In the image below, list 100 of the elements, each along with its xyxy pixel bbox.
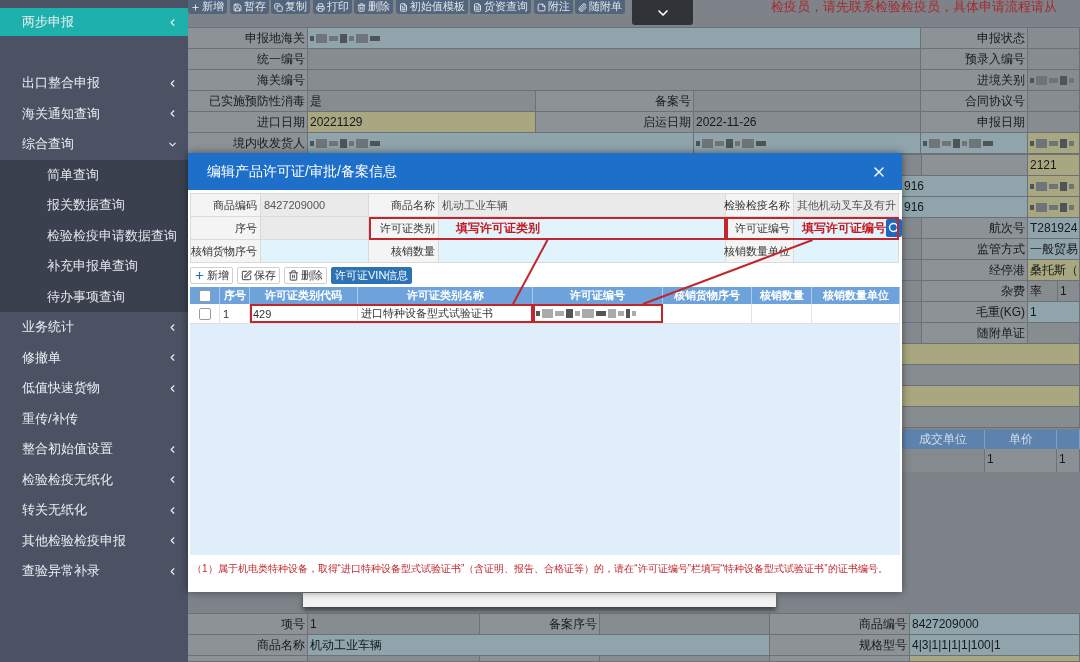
field-label: 进境关别 [921, 70, 1028, 91]
input-field[interactable] [902, 365, 1080, 386]
form-cell [902, 302, 922, 323]
input-field[interactable] [1028, 323, 1080, 344]
table-cell: 1 [1057, 449, 1080, 472]
input-field[interactable]: 率 [1028, 281, 1058, 302]
input-field[interactable]: 916 [902, 197, 1028, 218]
input-field[interactable]: 8427209000 [910, 614, 1080, 635]
input-field[interactable]: 桑托斯（ [1028, 260, 1080, 281]
input-field[interactable]: 2022-11-26 [694, 112, 921, 133]
toolbar-button[interactable]: 删除 [284, 266, 327, 284]
toolbar-button[interactable]: 货资查询 [470, 0, 531, 14]
field-label: 航次号 [922, 218, 1028, 239]
note-text: （1）属于机电类特种设备，取得“进口特种设备型式试验证书”（含证明、报告、合格证等）的，请在“许可证编号”栏填写“特种设备型式试验证书”的证书编号。 [191, 562, 889, 576]
trash-icon [288, 269, 299, 281]
toolbar-button[interactable]: 保存 [237, 266, 280, 284]
input-field[interactable] [308, 656, 480, 662]
sidebar-item[interactable]: 检验检疫无纸化 [0, 464, 188, 495]
toolbar-button[interactable]: 附注 [533, 0, 573, 14]
input-field[interactable] [600, 656, 770, 662]
input-field[interactable]: 填写许可证类别 [439, 217, 726, 240]
collapse-toggle[interactable] [632, 0, 693, 25]
field-label: 杂费 [922, 281, 1028, 302]
checkbox[interactable] [198, 307, 211, 320]
submenu-item[interactable]: 简单查询 [0, 159, 188, 190]
input-field[interactable]: 8427209000 [261, 194, 369, 217]
input-field[interactable]: 1 [308, 614, 480, 635]
input-field[interactable] [1028, 28, 1080, 49]
input-field[interactable] [1028, 49, 1080, 70]
sidebar-item[interactable]: 修撤单 [0, 342, 188, 373]
input-field[interactable] [308, 133, 694, 154]
table-cell: 429 [250, 304, 358, 323]
field-label: 进口日期 [188, 112, 308, 133]
input-field[interactable] [600, 614, 770, 635]
search-button[interactable] [885, 219, 902, 237]
input-field[interactable] [1028, 91, 1080, 112]
toolbar-button[interactable]: 新增 [188, 0, 227, 14]
input-field[interactable]: T281924 [1028, 218, 1080, 239]
sidebar-item[interactable]: 出口整合申报 [0, 68, 188, 99]
input-field[interactable] [1028, 70, 1080, 91]
input-field[interactable]: 2121 [1028, 155, 1080, 176]
field-label: 备案号 [536, 91, 694, 112]
toolbar-button[interactable]: 复制 [271, 0, 310, 14]
form-cell [902, 260, 922, 281]
tab[interactable]: 许可证VIN信息 [331, 266, 413, 284]
annotation-text: 填写许可证编号 [801, 219, 886, 237]
input-field[interactable] [1028, 112, 1080, 133]
input-field[interactable]: 1 [1028, 302, 1080, 323]
printer-icon [315, 2, 325, 12]
table-cell: 进口特种设备型式试验证书 [358, 304, 533, 323]
input-field[interactable] [1028, 197, 1080, 218]
input-field[interactable] [308, 49, 921, 70]
input-field[interactable]: 是 [308, 91, 536, 112]
sidebar-item[interactable]: 业务统计 [0, 312, 188, 343]
field-label: 申报状态 [921, 28, 1028, 49]
input-field[interactable] [910, 656, 1080, 662]
input-field[interactable]: 机动工业车辆 [308, 635, 770, 656]
sidebar-item[interactable]: 查验异常补录 [0, 556, 188, 587]
toolbar-button[interactable]: 打印 [312, 0, 352, 14]
sidebar-item[interactable]: 重传/补传 [0, 403, 188, 434]
input-field[interactable]: 916 [902, 176, 1028, 197]
input-field[interactable]: 其他机动叉车及有升 [794, 194, 899, 217]
field-label: 许可证类别 [369, 217, 439, 240]
toolbar-button[interactable]: 新增 [190, 266, 233, 284]
toolbar-button[interactable]: 初始值模板 [395, 0, 468, 14]
toolbar-button[interactable]: 删除 [354, 0, 393, 14]
form-cell [902, 239, 922, 260]
toolbar-button[interactable]: 随附单 [575, 0, 625, 14]
sidebar-item[interactable]: 转关无纸化 [0, 495, 188, 526]
input-field[interactable] [902, 407, 1080, 428]
sidebar-item[interactable]: 整合初始值设置 [0, 434, 188, 465]
submenu-item[interactable]: 补充申报单查询 [0, 251, 188, 282]
input-field[interactable] [1028, 176, 1080, 197]
sidebar-item[interactable]: 低值快速货物 [0, 373, 188, 404]
input-field[interactable] [902, 344, 1080, 365]
field-label: 商品名称 [369, 194, 439, 217]
input-field[interactable] [694, 133, 921, 154]
submenu-item[interactable]: 检验检疫申请数据查询 [0, 220, 188, 251]
input-field[interactable]: 一般贸易 [1028, 239, 1080, 260]
input-field[interactable]: 填写许可证编号 [794, 217, 899, 240]
input-field[interactable] [921, 133, 1028, 154]
sidebar-item[interactable]: 综合查询 [0, 129, 188, 160]
checkbox[interactable] [198, 289, 211, 302]
submenu-item[interactable]: 待办事项查询 [0, 281, 188, 312]
input-field[interactable] [902, 386, 1080, 407]
field-label: 预录入编号 [921, 49, 1028, 70]
sidebar-item[interactable]: 其他检验检疫申报 [0, 525, 188, 556]
input-field[interactable] [308, 28, 921, 49]
input-field[interactable]: 1 [1058, 281, 1080, 302]
input-field[interactable] [1028, 133, 1080, 154]
input-field[interactable] [308, 70, 921, 91]
field-label: 统一编号 [188, 49, 308, 70]
sidebar-item[interactable]: 海关通知查询 [0, 98, 188, 129]
toolbar-button[interactable]: 暂存 [229, 0, 269, 14]
submenu-item[interactable]: 报关数据查询 [0, 190, 188, 221]
field-label: 许可证编号 [726, 217, 794, 240]
input-field[interactable]: 20221129 [308, 112, 536, 133]
input-field[interactable] [694, 91, 921, 112]
document-icon [473, 2, 482, 12]
input-field[interactable]: 4|3|1|1|1|1|100|1 [910, 635, 1080, 656]
